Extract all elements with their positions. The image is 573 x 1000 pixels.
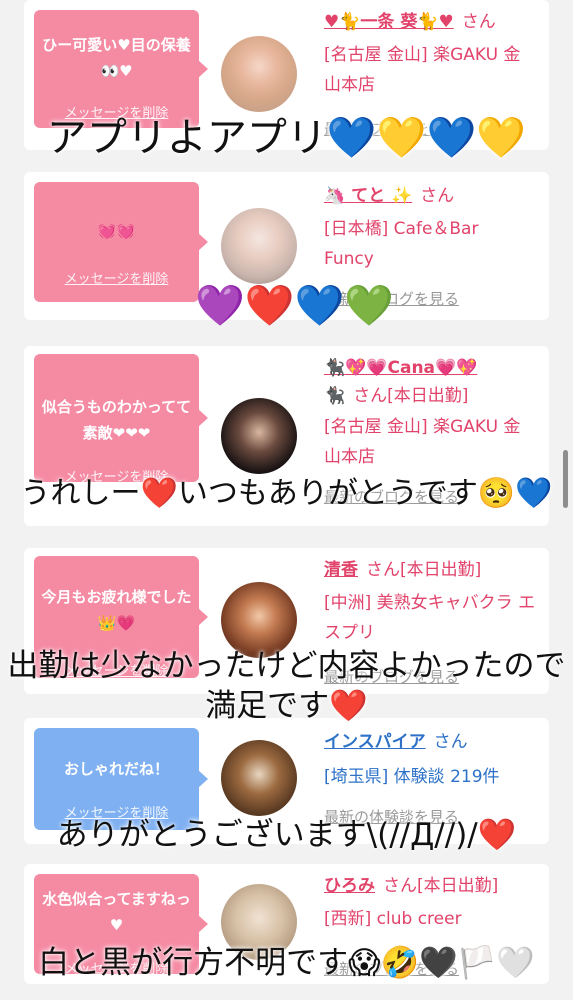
shop-link[interactable]: [名古屋 金山] 楽GAKU 金山本店 [324, 40, 534, 100]
profile-info: 清香 さん[本日出勤] [中洲] 美熟女キャバクラ エスプリ [324, 556, 544, 648]
profile-name-link[interactable]: ひろみ [324, 876, 375, 896]
profile-info: インスパイア さん [埼玉県] 体験談 219件 [324, 728, 544, 792]
honorific: さん[本日出勤] [366, 560, 482, 580]
overlay-caption: 満足です❤️ [205, 688, 368, 724]
avatar[interactable] [221, 398, 297, 474]
avatar[interactable] [221, 208, 297, 284]
honorific: さん [420, 186, 455, 206]
honorific: さん[本日出勤] [383, 876, 499, 896]
message-text: 今月もお疲れ様でした👑💗 [41, 588, 192, 632]
honorific: さん[本日出勤] [353, 386, 469, 406]
message-bubble: ひー可愛い♥目の保養👀♥ メッセージを削除 [34, 10, 208, 128]
message-bubble: 似合うものわかってて素敵❤❤❤ メッセージを削除 [34, 354, 208, 485]
profile-info: ひろみ さん[本日出勤] [西新] club creer [324, 872, 544, 934]
honorific: さん [433, 732, 468, 752]
avatar[interactable] [221, 740, 297, 816]
profile-name-link[interactable]: ♥🐈一条 葵🐈♥ [324, 12, 454, 32]
message-bubble: 💓💓 メッセージを削除 [34, 182, 208, 302]
shop-link[interactable]: [西新] club creer [324, 904, 544, 934]
profile-name-link[interactable]: インスパイア [324, 732, 426, 752]
scrollbar[interactable] [563, 450, 568, 508]
message-text: おしゃれだね！ [63, 760, 169, 778]
message-text: 水色似合ってますねっ♥ [42, 890, 191, 934]
shop-link[interactable]: [日本橋] Cafe＆Bar Funcy [324, 214, 524, 274]
shop-link[interactable]: [名古屋 金山] 楽GAKU 金山本店 [324, 412, 534, 472]
overlay-caption: ありがとうございます\(//Д//)/❤️ [56, 817, 517, 853]
message-text: 似合うものわかってて素敵❤❤❤ [41, 398, 192, 442]
profile-name-link[interactable]: 🐈‍⬛💖💗Cana💗💖 [324, 358, 477, 378]
overlay-caption: アプリよアプリ💙💛💙💛 [46, 115, 527, 161]
message-text: ひー可愛い♥目の保養👀♥ [42, 36, 191, 80]
honorific: さん [461, 12, 496, 32]
profile-name-link[interactable]: 🦄 てと ✨ [324, 186, 412, 206]
overlay-caption: うれしー❤️いつもありがとうです🥺💙 [20, 476, 553, 511]
profile-name-link[interactable]: 清香 [324, 560, 358, 580]
profile-info: ♥🐈一条 葵🐈♥ さん [名古屋 金山] 楽GAKU 金山本店 [324, 8, 544, 100]
shop-link[interactable]: [埼玉県] 体験談 219件 [324, 762, 544, 792]
avatar[interactable] [221, 36, 297, 112]
shop-link[interactable]: [中洲] 美熟女キャバクラ エスプリ [324, 588, 539, 648]
overlay-emoji-row: 💜❤️💙💚 [195, 283, 395, 329]
overlay-caption: 出勤は少なかったけど内容よかったので [7, 648, 566, 684]
profile-info: 🐈‍⬛💖💗Cana💗💖 🐈‍⬛ さん[本日出勤] [名古屋 金山] 楽GAKU 金… [324, 354, 544, 472]
message-text: 💓💓 [97, 222, 136, 240]
profile-info: 🦄 てと ✨ さん [日本橋] Cafe＆Bar Funcy [324, 182, 544, 274]
overlay-caption: 白と黒が行方不明です😱🤣🖤🏳️🤍 [38, 945, 535, 981]
delete-message-link[interactable]: メッセージを削除 [34, 268, 199, 287]
profile-name-suffix: 🐈‍⬛ [324, 386, 346, 406]
